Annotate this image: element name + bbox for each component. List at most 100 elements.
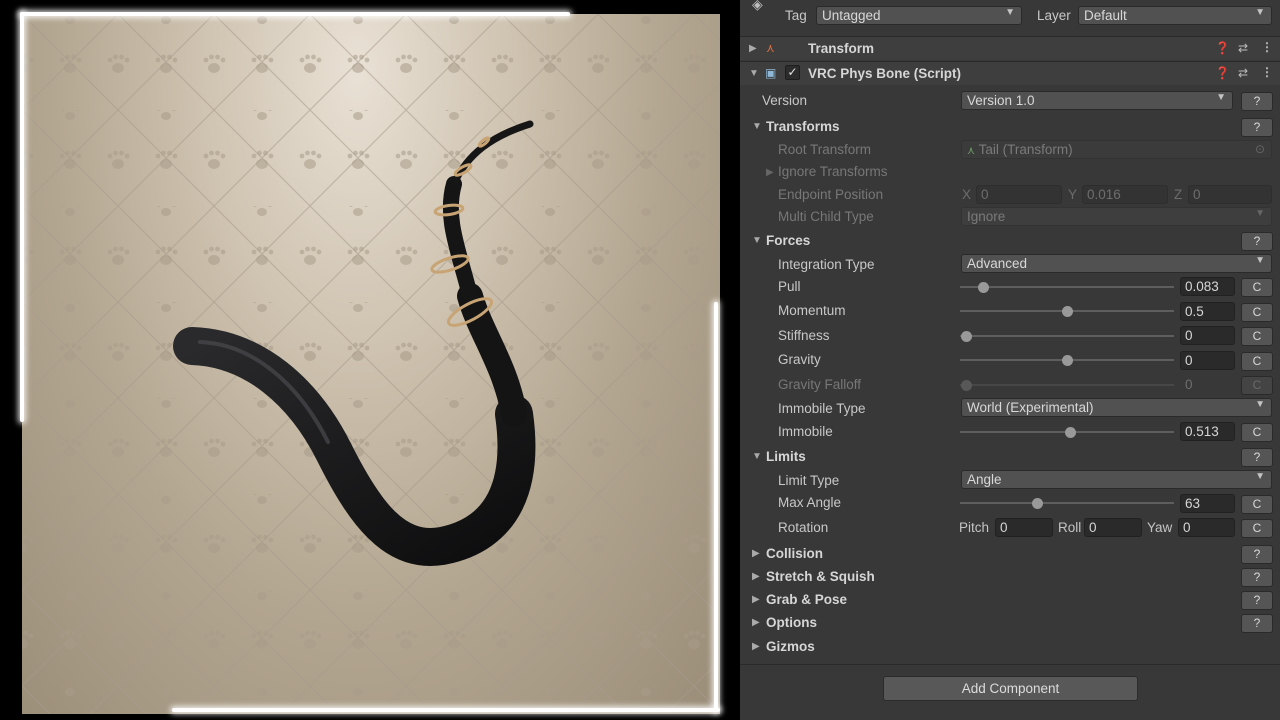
gravity-falloff-field[interactable]: 0 [1180,375,1235,394]
gravity-falloff-curve-button[interactable]: C [1241,376,1273,395]
inspector-panel: ◈ Tag Untagged ▼ Layer Default ▼ ▶ ⋏ Trans… [740,0,1280,720]
immobile-type-value: World (Experimental) [967,400,1094,415]
grab-section-title[interactable]: Grab & Pose [766,592,847,607]
tag-dropdown[interactable]: Untagged ▼ [816,6,1022,25]
pitch-field[interactable]: 0 [995,518,1053,537]
root-transform-value: Tail (Transform) [978,142,1073,157]
gravity-falloff-slider-knob[interactable] [961,380,972,391]
momentum-slider-knob[interactable] [1062,306,1073,317]
max-angle-slider-knob[interactable] [1031,498,1043,509]
gameobject-icon: ◈ [752,0,763,12]
forces-help-button[interactable]: ? [1241,232,1273,251]
multi-child-type-dropdown[interactable]: Ignore ▼ [961,207,1272,226]
endpoint-x-field[interactable]: 0 [976,185,1062,204]
rotation-curve-button[interactable]: C [1241,519,1273,538]
stiffness-curve-button[interactable]: C [1241,327,1273,346]
max-angle-curve-button[interactable]: C [1241,495,1273,514]
preset-icon[interactable]: ⇄ [1238,41,1248,55]
foldout-arrow-icon[interactable]: ▼ [752,121,762,132]
gravity-field[interactable]: 0 [1180,351,1235,370]
more-options-icon[interactable]: ⋮ [1261,65,1273,79]
transform-icon: ⋏ [967,145,976,157]
rotation-label: Rotation [778,520,829,535]
gizmos-section-title[interactable]: Gizmos [766,639,815,654]
immobile-type-dropdown[interactable]: World (Experimental) ▼ [961,398,1272,417]
immobile-slider-knob[interactable] [1064,427,1076,438]
max-angle-slider-track[interactable] [960,502,1174,504]
foldout-arrow-icon[interactable]: ▶ [766,167,774,178]
help-icon[interactable]: ❓ [1215,66,1230,80]
momentum-curve-button[interactable]: C [1241,303,1273,322]
stiffness-label: Stiffness [778,328,830,343]
pull-slider-knob[interactable] [977,282,989,293]
foldout-arrow-icon[interactable]: ▶ [752,617,760,628]
ignore-transforms-label[interactable]: Ignore Transforms [778,164,888,179]
pull-curve-button[interactable]: C [1241,278,1273,297]
endpoint-y-field[interactable]: 0.016 [1082,185,1168,204]
max-angle-label: Max Angle [778,495,842,510]
add-component-button[interactable]: Add Component [883,676,1138,701]
limit-type-dropdown[interactable]: Angle ▼ [961,470,1272,489]
stretch-help-button[interactable]: ? [1241,568,1273,587]
roll-field[interactable]: 0 [1084,518,1142,537]
integration-type-value: Advanced [967,256,1028,271]
version-label: Version [762,93,808,108]
root-transform-field[interactable]: ⋏ Tail (Transform) ⊙ [961,140,1272,159]
preset-icon[interactable]: ⇄ [1238,66,1248,80]
transforms-help-button[interactable]: ? [1241,118,1273,137]
scene-viewport[interactable] [0,0,740,720]
foldout-arrow-icon[interactable]: ▼ [749,68,759,79]
transform-title: Transform [808,41,875,56]
limits-section-title[interactable]: Limits [766,449,806,464]
stretch-section-title[interactable]: Stretch & Squish [766,569,875,584]
endpoint-x-label: X [962,187,972,202]
component-enabled-checkbox[interactable]: ✓ [785,65,800,80]
more-options-icon[interactable]: ⋮ [1261,40,1273,54]
max-angle-field[interactable]: 63 [1180,494,1235,513]
foldout-arrow-icon[interactable]: ▶ [752,571,760,582]
integration-type-dropdown[interactable]: Advanced ▼ [961,254,1272,273]
foldout-arrow-icon[interactable]: ▶ [752,641,760,652]
foldout-arrow-icon[interactable]: ▼ [752,235,762,246]
yaw-label: Yaw [1147,520,1173,535]
gravity-slider-knob[interactable] [1062,355,1073,366]
scene-backdrop [22,14,720,714]
object-picker-icon[interactable]: ⊙ [1255,142,1265,156]
chevron-down-icon: ▼ [1255,471,1265,482]
collision-help-button[interactable]: ? [1241,545,1273,564]
foldout-arrow-icon[interactable]: ▼ [752,451,762,462]
limits-help-button[interactable]: ? [1241,448,1273,467]
stiffness-slider-knob[interactable] [961,331,972,342]
gravity-falloff-slider-track[interactable] [960,384,1174,386]
stiffness-slider-track[interactable] [960,335,1174,337]
forces-section-title[interactable]: Forces [766,233,810,248]
gravity-curve-button[interactable]: C [1241,352,1273,371]
version-dropdown[interactable]: Version 1.0 ▼ [961,91,1233,110]
pull-label: Pull [778,279,801,294]
foldout-arrow-icon[interactable]: ▶ [749,43,757,54]
component-list-divider [740,664,1280,665]
momentum-field[interactable]: 0.5 [1180,302,1235,321]
immobile-field[interactable]: 0.513 [1180,422,1235,441]
pitch-label: Pitch [959,520,990,535]
options-section-title[interactable]: Options [766,615,817,630]
layer-dropdown[interactable]: Default ▼ [1078,6,1272,25]
gravity-falloff-label: Gravity Falloff [778,377,862,392]
yaw-field[interactable]: 0 [1178,518,1235,537]
pull-field[interactable]: 0.083 [1180,277,1235,296]
immobile-curve-button[interactable]: C [1241,423,1273,442]
pull-slider-track[interactable] [960,286,1174,288]
options-help-button[interactable]: ? [1241,614,1273,633]
endpoint-z-field[interactable]: 0 [1188,185,1272,204]
foldout-arrow-icon[interactable]: ▶ [752,548,760,559]
transforms-section-title[interactable]: Transforms [766,119,840,134]
endpoint-y-label: Y [1068,187,1078,202]
collision-section-title[interactable]: Collision [766,546,823,561]
version-help-button[interactable]: ? [1241,92,1273,111]
foldout-arrow-icon[interactable]: ▶ [752,594,760,605]
grab-help-button[interactable]: ? [1241,591,1273,610]
endpoint-position-label: Endpoint Position [778,187,884,202]
chevron-down-icon: ▼ [1255,208,1265,219]
help-icon[interactable]: ❓ [1215,41,1230,55]
stiffness-field[interactable]: 0 [1180,326,1235,345]
